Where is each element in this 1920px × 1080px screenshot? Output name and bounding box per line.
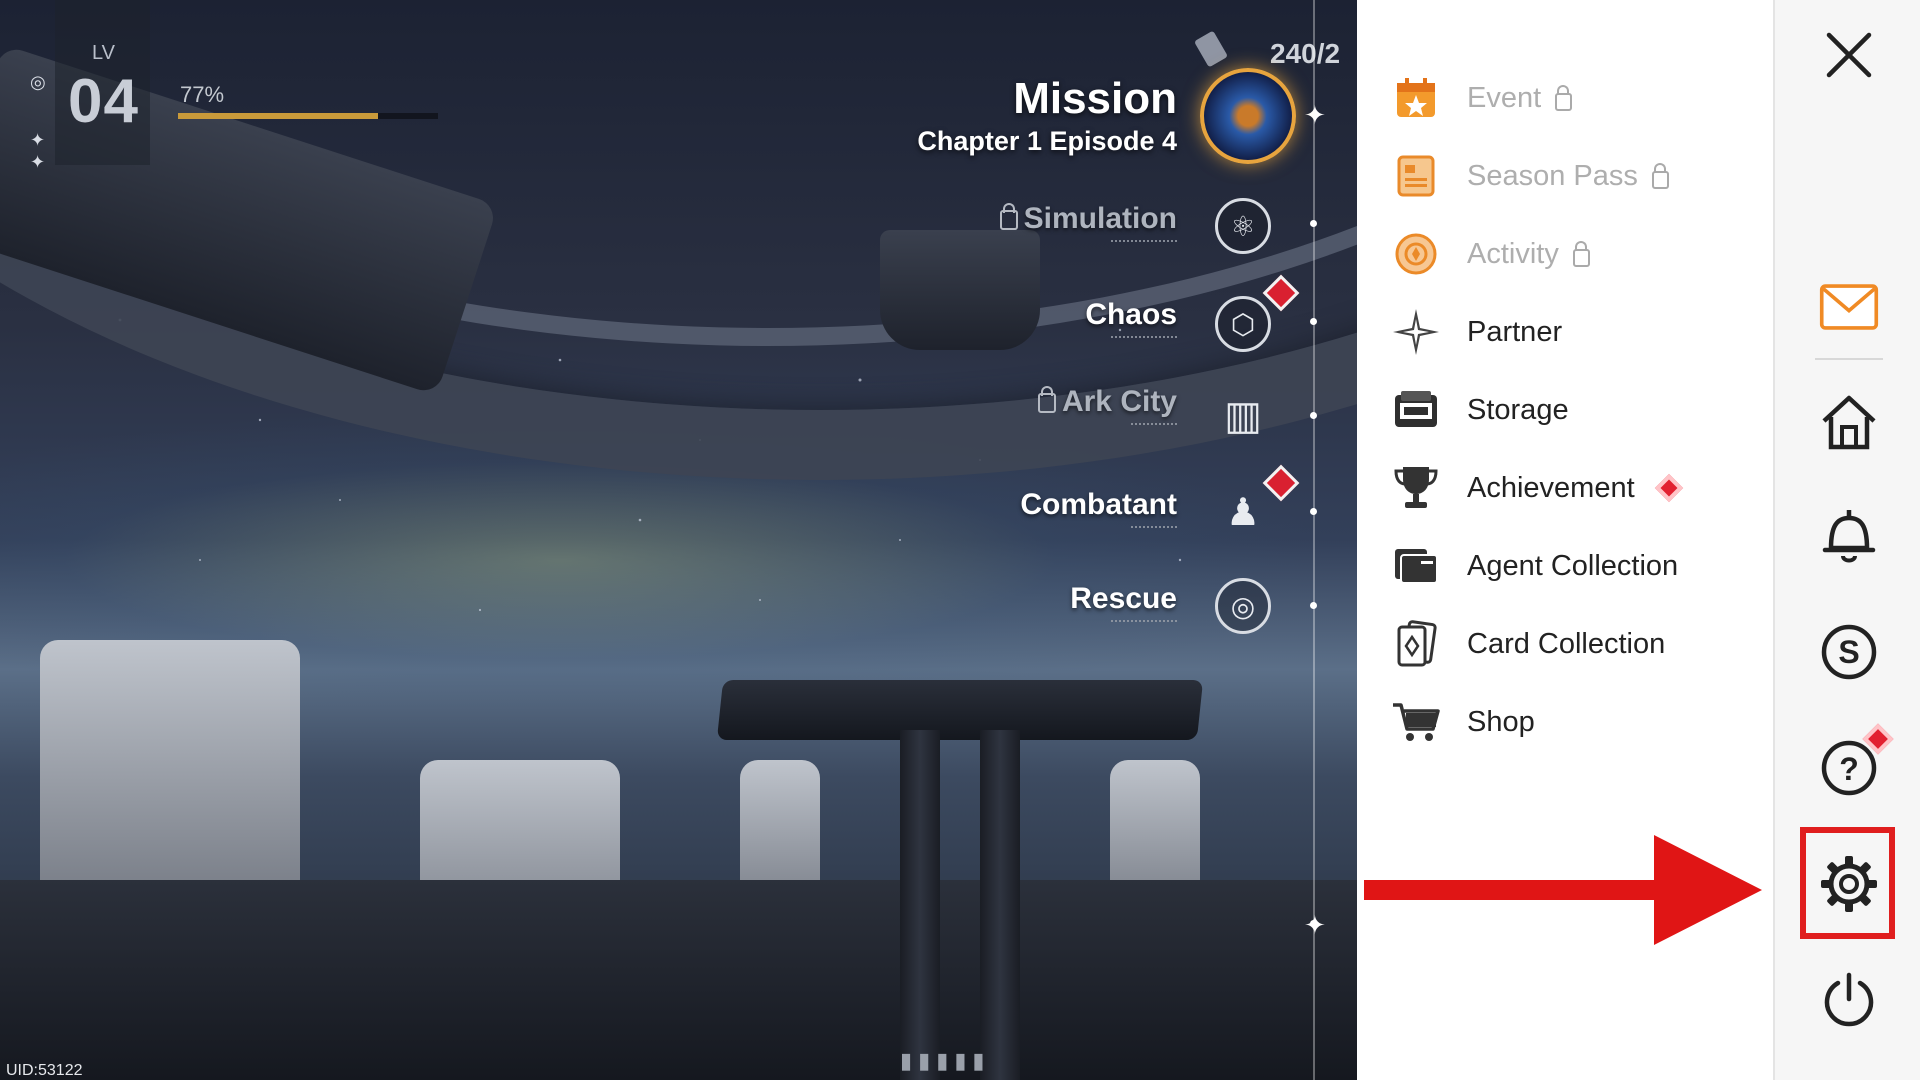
menu-item-achievement[interactable]: Achievement xyxy=(1357,458,1773,518)
power-button[interactable] xyxy=(1819,970,1879,1030)
menu-item-label: Partner xyxy=(1467,315,1563,348)
bridge-console xyxy=(716,680,1204,740)
menu-item-storage[interactable]: Storage xyxy=(1357,380,1773,440)
xp-percent: 77% xyxy=(180,82,225,107)
lock-icon xyxy=(1651,163,1669,189)
mode-chaos[interactable]: Chaos xyxy=(1085,298,1177,346)
stamina-counter[interactable]: 240/2 xyxy=(1270,38,1340,70)
help-icon: ? xyxy=(1821,740,1877,796)
rail-dot xyxy=(1310,318,1317,325)
currency-s-icon: S xyxy=(1821,624,1877,680)
lock-icon xyxy=(999,203,1018,231)
sparkle-icon xyxy=(1391,307,1441,357)
menu-item-label: Event xyxy=(1467,81,1542,114)
mode-label: Simulation xyxy=(1023,202,1177,235)
bridge-floor xyxy=(0,880,1357,1080)
lock-icon xyxy=(1037,386,1056,414)
menu-item-season-pass[interactable]: Season Pass xyxy=(1357,146,1773,206)
menu-item-label: Card Collection xyxy=(1467,627,1666,660)
rail-dot xyxy=(1310,508,1317,515)
menu-item-partner[interactable]: Partner xyxy=(1357,302,1773,362)
mode-subtext xyxy=(1131,526,1177,536)
menu-item-event[interactable]: Event xyxy=(1357,68,1773,128)
menu-item-label: Agent Collection xyxy=(1467,549,1679,582)
level-deco-star-icon: ✦ xyxy=(30,152,46,172)
user-id: UID:53122 xyxy=(6,1062,83,1079)
lock-icon xyxy=(1572,241,1590,267)
pass-card-icon xyxy=(1391,151,1441,201)
calendar-star-icon xyxy=(1391,73,1441,123)
rail-sparkle-icon: ✦ xyxy=(1304,910,1326,940)
level-deco-star-icon: ✦ xyxy=(30,130,46,150)
mode-combatant[interactable]: Combatant xyxy=(1020,488,1177,536)
sidebar-divider xyxy=(1815,358,1883,360)
close-button[interactable] xyxy=(1819,25,1879,85)
settings-highlight-box xyxy=(1800,827,1895,939)
console-pillar-right xyxy=(980,730,1020,1080)
home-icon xyxy=(1822,395,1876,450)
currency-button[interactable]: S xyxy=(1819,622,1879,682)
page-indicator: ▮▮▮▮▮ xyxy=(900,1048,991,1073)
notifications-button[interactable] xyxy=(1819,506,1879,566)
bell-icon xyxy=(1822,510,1876,563)
squad-icon[interactable]: ♟ xyxy=(1215,484,1271,540)
target-icon[interactable]: ◎ xyxy=(1215,578,1271,634)
level-label: LV xyxy=(92,42,115,64)
xp-progress-fill xyxy=(178,113,379,119)
rail-dot xyxy=(1310,412,1317,419)
menu-item-agent-collection[interactable]: Agent Collection xyxy=(1357,536,1773,596)
level-number: 04 xyxy=(68,67,139,136)
svg-text:S: S xyxy=(1838,634,1859,670)
pointer-arrow-icon xyxy=(1364,835,1762,945)
storage-box-icon xyxy=(1391,385,1441,435)
mail-icon xyxy=(1819,284,1879,330)
mode-label: Combatant xyxy=(1020,488,1177,521)
close-icon xyxy=(1826,32,1872,78)
rail-dot xyxy=(1310,220,1317,227)
mode-label: Rescue xyxy=(1070,582,1177,615)
city-icon[interactable]: ▥ xyxy=(1215,388,1271,444)
mode-subtext xyxy=(1111,240,1177,250)
system-sidebar: S ? xyxy=(1773,0,1920,1080)
rail-dot xyxy=(1310,602,1317,609)
svg-text:?: ? xyxy=(1839,751,1859,787)
mode-label: Ark City xyxy=(1061,385,1177,418)
atom-icon[interactable]: ⚛ xyxy=(1215,198,1271,254)
game-viewport: ◎ ✦ ✦ LV 04 77% 240/2 ✦ ✦ Mission Chapte… xyxy=(0,0,1357,1080)
mode-ark-city[interactable]: Ark City xyxy=(1037,385,1177,433)
home-button[interactable] xyxy=(1819,392,1879,452)
console-pillar-left xyxy=(900,730,940,1080)
mode-label: Chaos xyxy=(1085,298,1177,331)
mission-planet-icon[interactable] xyxy=(1200,68,1296,164)
rail-sparkle-icon: ✦ xyxy=(1304,100,1326,130)
menu-item-label: Storage xyxy=(1467,393,1569,426)
geodesic-icon[interactable]: ⬡ xyxy=(1215,296,1271,352)
mode-subtext xyxy=(1131,423,1177,433)
mode-subtext xyxy=(1111,620,1177,630)
menu-item-shop[interactable]: Shop xyxy=(1357,692,1773,752)
lock-icon xyxy=(1555,85,1573,111)
menu-item-label: Achievement xyxy=(1467,471,1635,504)
mode-subtext xyxy=(1111,336,1177,346)
mission-chapter: Chapter 1 Episode 4 xyxy=(917,126,1177,156)
power-icon xyxy=(1824,972,1874,1027)
menu-item-label: Season Pass xyxy=(1467,159,1638,192)
level-deco-icon: ◎ xyxy=(30,72,46,92)
menu-item-label: Shop xyxy=(1467,705,1535,738)
trophy-icon xyxy=(1391,463,1441,513)
menu-item-card-collection[interactable]: Card Collection xyxy=(1357,614,1773,674)
mode-rescue[interactable]: Rescue xyxy=(1070,582,1177,630)
cards-icon xyxy=(1391,619,1441,669)
xp-progress-bar xyxy=(178,113,438,119)
folder-stack-icon xyxy=(1391,541,1441,591)
achievement-alert-badge xyxy=(1654,473,1683,503)
menu-item-activity[interactable]: Activity xyxy=(1357,224,1773,284)
mode-simulation[interactable]: Simulation xyxy=(999,202,1177,250)
activity-badge-icon xyxy=(1391,229,1441,279)
mission-entry[interactable]: Mission Chapter 1 Episode 4 xyxy=(917,74,1177,157)
mission-title: Mission xyxy=(1013,74,1177,123)
menu-item-label: Activity xyxy=(1467,237,1559,270)
mail-button[interactable] xyxy=(1819,277,1879,337)
cart-icon xyxy=(1391,697,1441,747)
